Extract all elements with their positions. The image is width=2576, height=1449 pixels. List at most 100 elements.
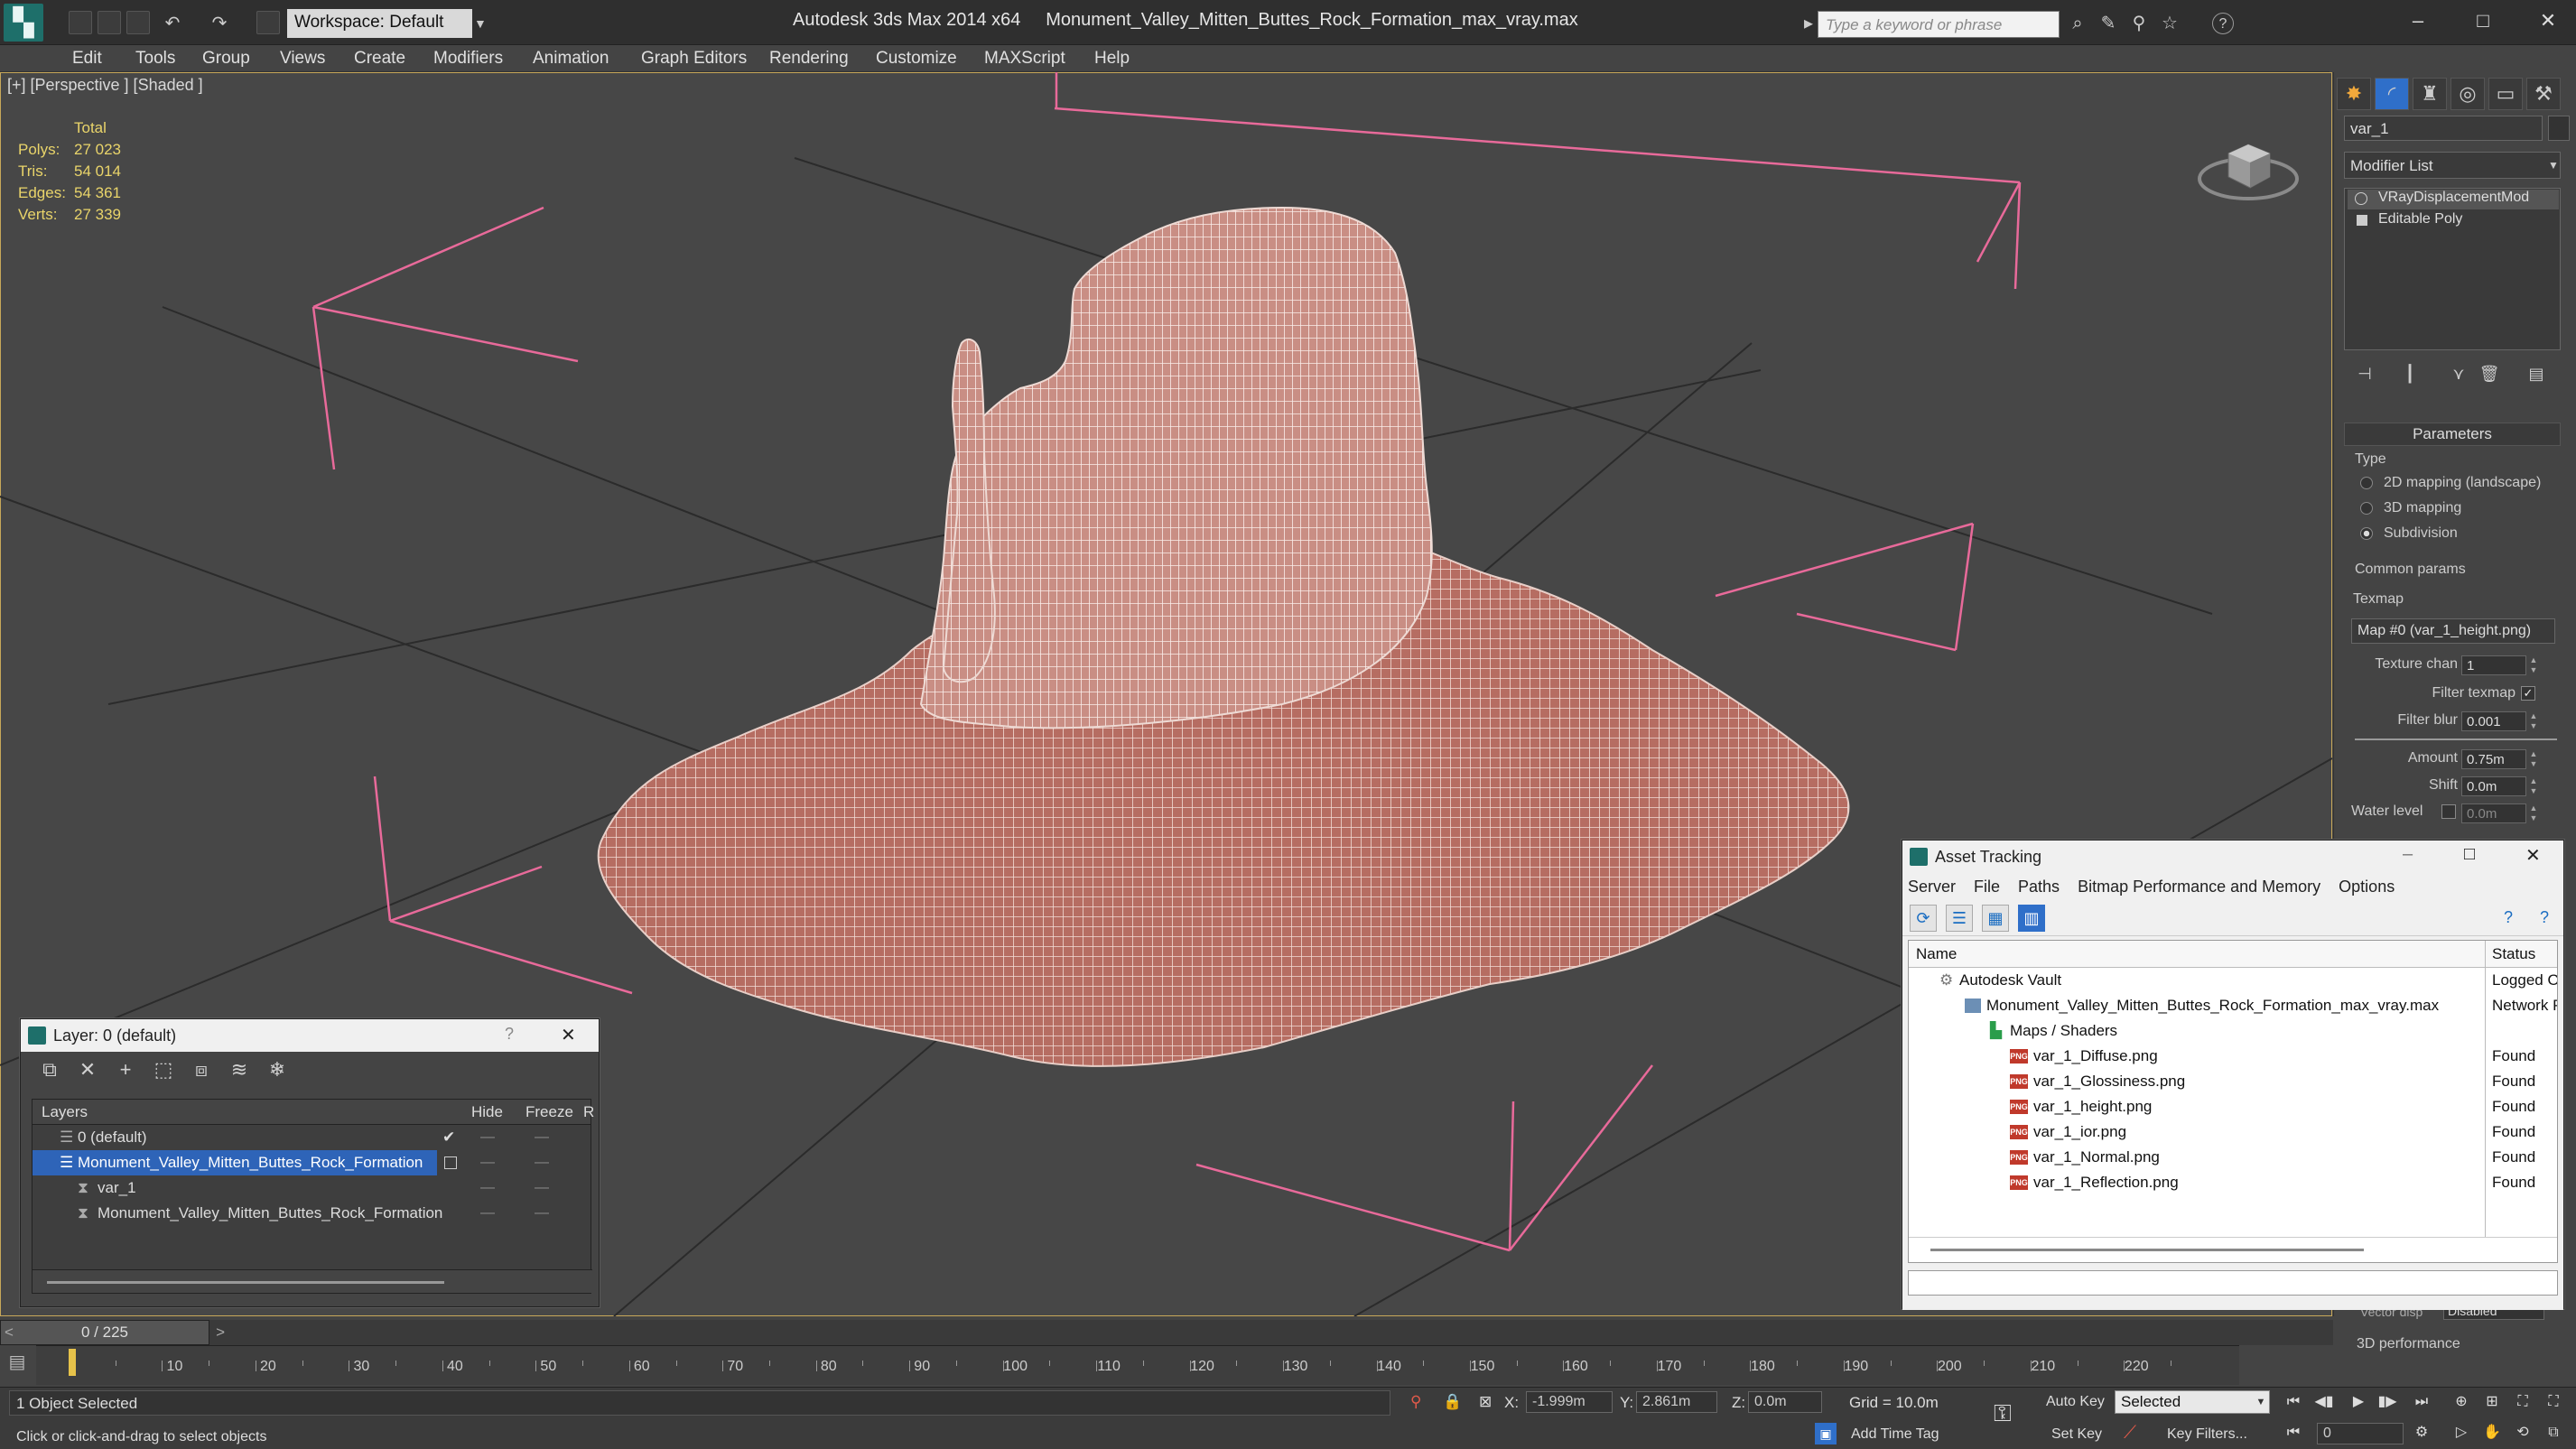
- menu-views[interactable]: Views: [280, 49, 325, 69]
- search-input[interactable]: Type a keyword or phrase: [1818, 11, 2060, 38]
- asset-row-file[interactable]: PNG var_1_Diffuse.png Found: [1909, 1044, 2557, 1069]
- filter-texmap-checkbox[interactable]: ✓: [2521, 686, 2535, 701]
- open-file-icon[interactable]: [98, 11, 121, 34]
- asset-menu-paths[interactable]: Paths: [2018, 878, 2060, 896]
- close-icon[interactable]: ✕: [2525, 844, 2541, 867]
- menu-graph-editors[interactable]: Graph Editors: [641, 49, 747, 69]
- list-view-icon[interactable]: ☰: [1946, 904, 1973, 932]
- layer-row[interactable]: ☰ Monument_Valley_Mitten_Buttes_Rock_For…: [33, 1150, 591, 1175]
- modify-tab-icon[interactable]: ◜: [2375, 78, 2409, 110]
- thumbnail-view-icon[interactable]: ▦: [1982, 904, 2009, 932]
- menu-edit[interactable]: Edit: [72, 49, 102, 69]
- asset-row-file[interactable]: PNG var_1_height.png Found: [1909, 1094, 2557, 1119]
- redo-icon[interactable]: ↷: [208, 13, 231, 34]
- tooltip-help-icon[interactable]: ?: [2531, 905, 2558, 932]
- current-frame-field[interactable]: 0: [2317, 1423, 2404, 1444]
- spinner-arrows-icon[interactable]: ▲ ▼: [2528, 655, 2539, 675]
- chevron-down-icon[interactable]: ▼: [2252, 1390, 2270, 1414]
- asset-row-maps[interactable]: ▙ Maps / Shaders: [1909, 1018, 2557, 1044]
- make-unique-icon[interactable]: ⋎: [2445, 361, 2472, 386]
- minimize-button[interactable]: –: [2396, 7, 2440, 34]
- horizontal-scrollbar[interactable]: [33, 1269, 592, 1293]
- asset-window-titlebar[interactable]: Asset Tracking – □ ✕: [1902, 841, 2563, 873]
- motion-tab-icon[interactable]: ◎: [2450, 78, 2485, 110]
- radio-subdivision[interactable]: [2360, 527, 2373, 540]
- close-icon[interactable]: ✕: [561, 1024, 576, 1046]
- y-coordinate-field[interactable]: 2.861m: [1636, 1391, 1717, 1413]
- hide-toggle[interactable]: —: [480, 1155, 495, 1171]
- asset-row-vault[interactable]: ⚙ Autodesk Vault Logged Out: [1909, 968, 2557, 993]
- set-current-box[interactable]: [444, 1156, 457, 1169]
- x-coordinate-field[interactable]: -1.999m: [1526, 1391, 1613, 1413]
- app-logo-icon[interactable]: ▚: [4, 4, 43, 42]
- amount-spinner[interactable]: 0.75m: [2461, 749, 2526, 769]
- help-icon[interactable]: ?: [2212, 13, 2234, 34]
- favorites-star-icon[interactable]: ☆: [2158, 13, 2181, 34]
- modifier-list-dropdown[interactable]: Modifier List: [2344, 152, 2561, 179]
- time-slider[interactable]: < 0 / 225 >: [0, 1320, 225, 1345]
- layer-row[interactable]: ☰ 0 (default) ✔ — —: [33, 1125, 591, 1150]
- show-end-result-icon[interactable]: ┃: [2396, 361, 2423, 386]
- time-slider-track[interactable]: [0, 1320, 2333, 1345]
- object-color-swatch[interactable]: [2548, 116, 2570, 141]
- time-tag-icon[interactable]: ▣: [1815, 1423, 1837, 1444]
- spinner-arrows-icon[interactable]: ▲ ▼: [2528, 749, 2539, 769]
- col-render[interactable]: R: [583, 1103, 594, 1121]
- col-name[interactable]: Name: [1916, 945, 1957, 963]
- new-file-icon[interactable]: [69, 11, 92, 34]
- asset-menu-file[interactable]: File: [1974, 878, 2000, 896]
- maximize-button[interactable]: □: [2461, 7, 2505, 34]
- prev-key-icon[interactable]: ◀▮: [2311, 1390, 2337, 1414]
- set-key-button[interactable]: Set Key: [2051, 1426, 2102, 1443]
- lock-icon[interactable]: 🔒: [1443, 1393, 1462, 1411]
- field-of-view-icon[interactable]: ▷: [2449, 1421, 2474, 1444]
- filter-blur-spinner[interactable]: 0.001: [2461, 711, 2526, 731]
- menu-rendering[interactable]: Rendering: [769, 49, 849, 69]
- key-mode-icon[interactable]: ⏮: [2281, 1421, 2306, 1444]
- table-view-icon[interactable]: ▥: [2018, 904, 2045, 932]
- freeze-all-icon[interactable]: ❄: [265, 1057, 290, 1082]
- chevron-down-icon[interactable]: ▼: [474, 9, 487, 38]
- mini-curve-editor-icon[interactable]: ▤: [4, 1349, 31, 1376]
- project-folder-icon[interactable]: [256, 11, 280, 34]
- col-layers[interactable]: Layers: [42, 1103, 88, 1121]
- hierarchy-tab-icon[interactable]: ♜: [2413, 78, 2447, 110]
- menu-maxscript[interactable]: MAXScript: [984, 49, 1065, 69]
- menu-create[interactable]: Create: [354, 49, 405, 69]
- asset-row-file[interactable]: PNG var_1_Glossiness.png Found: [1909, 1069, 2557, 1094]
- texmap-button[interactable]: Map #0 (var_1_height.png): [2351, 618, 2555, 644]
- water-level-spinner[interactable]: 0.0m: [2461, 803, 2526, 823]
- hide-all-icon[interactable]: ≋: [227, 1057, 252, 1082]
- hide-toggle[interactable]: —: [480, 1205, 495, 1221]
- current-frame-marker[interactable]: [69, 1349, 76, 1376]
- pin-stack-icon[interactable]: ⊣: [2351, 361, 2378, 386]
- menu-help[interactable]: Help: [1094, 49, 1130, 69]
- zoom-all-icon[interactable]: ⊞: [2479, 1390, 2505, 1414]
- remove-modifier-icon[interactable]: 🗑: [2476, 361, 2503, 386]
- layer-window-titlebar[interactable]: Layer: 0 (default) ? ✕: [21, 1019, 599, 1052]
- refresh-icon[interactable]: ⟳: [1910, 904, 1937, 932]
- radio-3d-mapping[interactable]: [2360, 502, 2373, 515]
- hide-toggle[interactable]: —: [480, 1129, 495, 1146]
- binoculars-icon[interactable]: ⌕: [2066, 13, 2089, 34]
- play-icon[interactable]: ▶: [2346, 1390, 2371, 1414]
- col-status[interactable]: Status: [2492, 945, 2535, 963]
- layer-row[interactable]: ⧗ Monument_Valley_Mitten_Buttes_Rock_For…: [33, 1201, 591, 1226]
- freeze-toggle[interactable]: —: [535, 1155, 549, 1171]
- highlight-selected-icon[interactable]: ⧈: [189, 1057, 214, 1082]
- help-icon[interactable]: ?: [2495, 905, 2522, 932]
- asset-menu-options[interactable]: Options: [2339, 878, 2395, 896]
- goto-start-icon[interactable]: ⏮: [2281, 1390, 2306, 1414]
- next-frame-icon[interactable]: >: [216, 1321, 225, 1344]
- object-name-field[interactable]: var_1: [2344, 116, 2543, 141]
- menu-customize[interactable]: Customize: [876, 49, 957, 69]
- help-icon[interactable]: ?: [505, 1025, 514, 1044]
- subscription-icon[interactable]: ✎: [2097, 13, 2120, 34]
- zoom-extents-icon[interactable]: ⛶: [2510, 1390, 2535, 1414]
- z-coordinate-field[interactable]: 0.0m: [1748, 1391, 1822, 1413]
- asset-menu-server[interactable]: Server: [1908, 878, 1956, 896]
- set-key-icon[interactable]: ⟋: [2124, 1423, 2136, 1444]
- freeze-toggle[interactable]: —: [535, 1129, 549, 1146]
- create-tab-icon[interactable]: ✸: [2337, 78, 2371, 110]
- workspace-dropdown[interactable]: Workspace: Default: [287, 9, 472, 38]
